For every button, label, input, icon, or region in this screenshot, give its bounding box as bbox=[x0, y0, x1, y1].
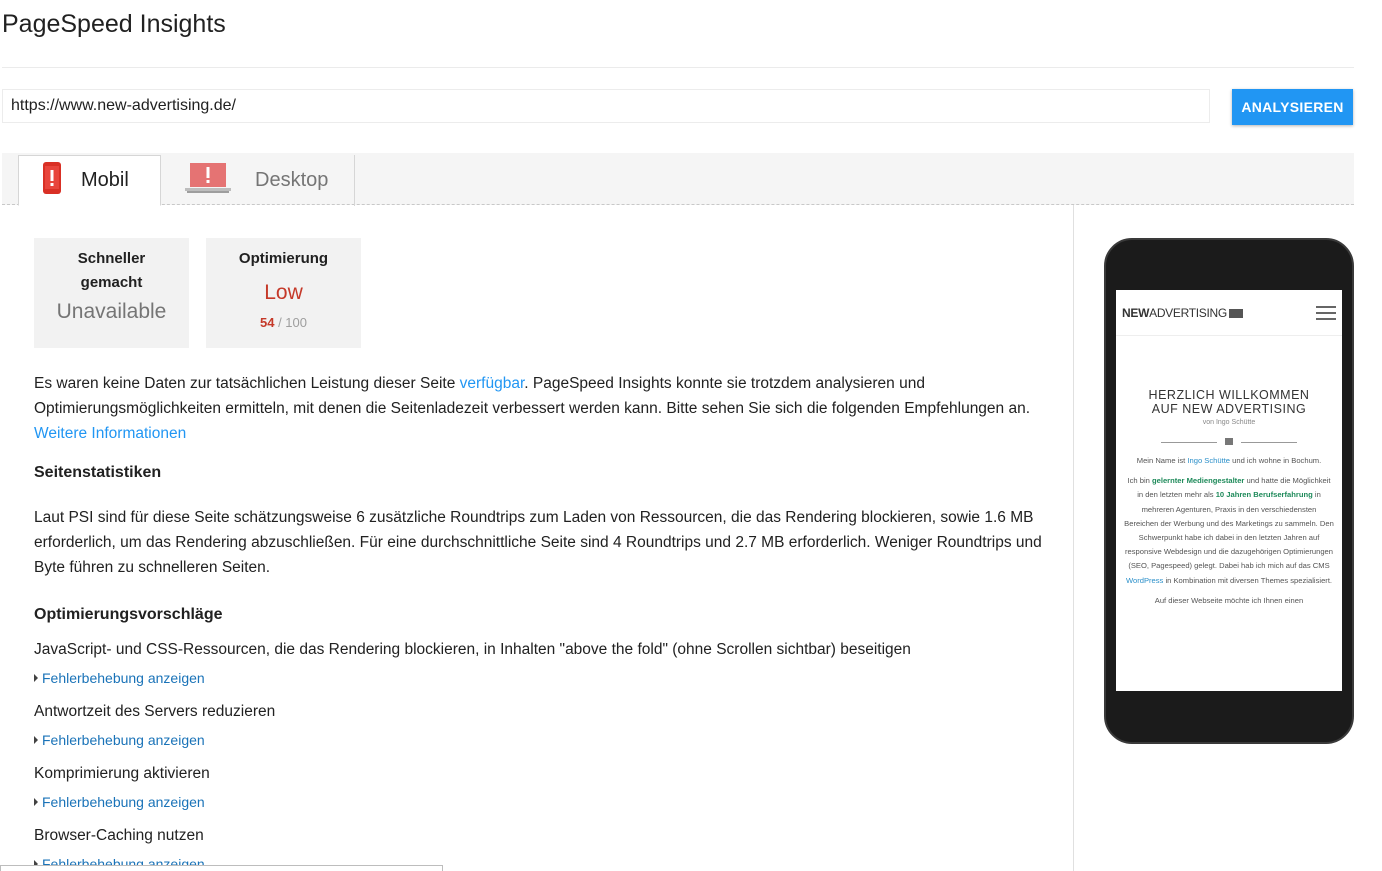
caret-right-icon bbox=[34, 736, 38, 744]
analyze-button[interactable]: ANALYSIEREN bbox=[1232, 89, 1353, 125]
suggestions-heading: Optimierungsvorschläge bbox=[34, 606, 223, 623]
show-fix-label: Fehlerbehebung anzeigen bbox=[42, 670, 205, 686]
preview-paragraph: Ich bin gelernter Mediengestalter und ha… bbox=[1124, 474, 1334, 588]
intro-text-before: Es waren keine Daten zur tatsächlichen L… bbox=[34, 375, 460, 392]
show-fix-label: Fehlerbehebung anzeigen bbox=[42, 794, 205, 810]
divider bbox=[1073, 205, 1074, 871]
tab-mobile-label: Mobil bbox=[81, 169, 129, 191]
more-info-link[interactable]: Weitere Informationen bbox=[34, 425, 186, 442]
caret-right-icon bbox=[34, 798, 38, 806]
preview-screen: NEWADVERTISING HERZLICH WILLKOMMEN AUF N… bbox=[1116, 290, 1342, 691]
optimization-card-heading: Optimierung bbox=[238, 250, 329, 267]
status-tooltip-box bbox=[0, 865, 443, 871]
optimization-score: 54 / 100 bbox=[206, 315, 361, 330]
preview-heading-line2: AUF NEW ADVERTISING bbox=[1151, 402, 1307, 416]
divider bbox=[2, 67, 1354, 68]
preview-link: Ingo Schütte bbox=[1187, 456, 1231, 465]
tab-desktop-label: Desktop bbox=[255, 169, 329, 191]
preview-text: und ich wohne in Bochum. bbox=[1230, 456, 1322, 465]
mobile-preview: NEWADVERTISING HERZLICH WILLKOMMEN AUF N… bbox=[1104, 238, 1354, 744]
show-fix-label: Fehlerbehebung anzeigen bbox=[42, 732, 205, 748]
phone-warning-icon bbox=[43, 162, 61, 199]
preview-paragraph: Auf dieser Webseite möchte ich Ihnen ein… bbox=[1154, 595, 1304, 605]
preview-subtitle: von Ingo Schütte bbox=[1202, 419, 1256, 426]
device-tabs: Mobil Desktop bbox=[2, 153, 1354, 206]
preview-site-header: NEWADVERTISING bbox=[1116, 290, 1342, 336]
speed-card: Schneller gemacht Unavailable bbox=[34, 238, 189, 348]
preview-highlight: gelernter Mediengestalter bbox=[1151, 476, 1245, 486]
show-fix-link[interactable]: Fehlerbehebung anzeigen bbox=[34, 732, 205, 748]
optimization-card: Optimierung Low 54 / 100 bbox=[206, 238, 361, 348]
page-title: PageSpeed Insights bbox=[2, 10, 226, 38]
speed-card-heading: Schneller gemacht bbox=[34, 247, 189, 295]
stats-text: Laut PSI sind für diese Seite schätzungs… bbox=[34, 509, 1042, 576]
preview-divider bbox=[1161, 438, 1297, 446]
show-fix-link[interactable]: Fehlerbehebung anzeigen bbox=[34, 794, 205, 810]
preview-heading: HERZLICH WILLKOMMEN AUF NEW ADVERTISING bbox=[1116, 388, 1342, 416]
suggestion-title: Browser-Caching nutzen bbox=[34, 827, 204, 844]
show-fix-link[interactable]: Fehlerbehebung anzeigen bbox=[34, 670, 205, 686]
laptop-warning-icon bbox=[185, 163, 231, 198]
preview-body: Mein Name ist Ingo Schütte und ich wohne… bbox=[1116, 454, 1342, 608]
intro-text: Es waren keine Daten zur tatsächlichen L… bbox=[34, 371, 1064, 446]
speed-card-heading-line1: Schneller bbox=[77, 250, 146, 267]
preview-heading-line1: HERZLICH WILLKOMMEN bbox=[1148, 388, 1310, 402]
available-link[interactable]: verfügbar bbox=[460, 375, 525, 392]
caret-right-icon bbox=[34, 674, 38, 682]
suggestion-title: Komprimierung aktivieren bbox=[34, 765, 210, 782]
suggestion-title: JavaScript- und CSS-Ressourcen, die das … bbox=[34, 641, 911, 658]
preview-text: Mein Name ist bbox=[1136, 456, 1188, 465]
preview-paragraph: Mein Name ist Ingo Schütte und ich wohne… bbox=[1124, 454, 1334, 468]
preview-link: WordPress bbox=[1125, 575, 1164, 585]
preview-logo-bold: NEW bbox=[1122, 305, 1150, 320]
preview-text: in mehreren Agenturen, Praxis in den ver… bbox=[1124, 490, 1334, 571]
speed-card-value: Unavailable bbox=[56, 300, 167, 323]
preview-logo: NEWADVERTISING bbox=[1122, 306, 1243, 320]
hamburger-menu-icon bbox=[1316, 305, 1336, 320]
preview-text: Ich bin bbox=[1127, 476, 1152, 486]
stats-heading: Seitenstatistiken bbox=[34, 464, 162, 481]
preview-text: in Kombination mit diversen Themes spezi… bbox=[1163, 575, 1333, 585]
preview-logo-rest: ADVERTISING bbox=[1149, 305, 1227, 320]
suggestion-title: Antwortzeit des Servers reduzieren bbox=[34, 703, 276, 720]
score-value: 54 bbox=[259, 315, 275, 330]
tab-mobile[interactable]: Mobil bbox=[18, 155, 161, 206]
url-input[interactable] bbox=[2, 89, 1210, 123]
logo-mark-icon bbox=[1228, 308, 1243, 318]
score-max: / 100 bbox=[278, 315, 307, 330]
preview-highlight: 10 Jahren Berufserfahrung bbox=[1215, 490, 1313, 500]
optimization-card-value: Low bbox=[264, 281, 303, 304]
speed-card-heading-line2: gemacht bbox=[80, 274, 143, 291]
tab-desktop[interactable]: Desktop bbox=[161, 155, 355, 206]
